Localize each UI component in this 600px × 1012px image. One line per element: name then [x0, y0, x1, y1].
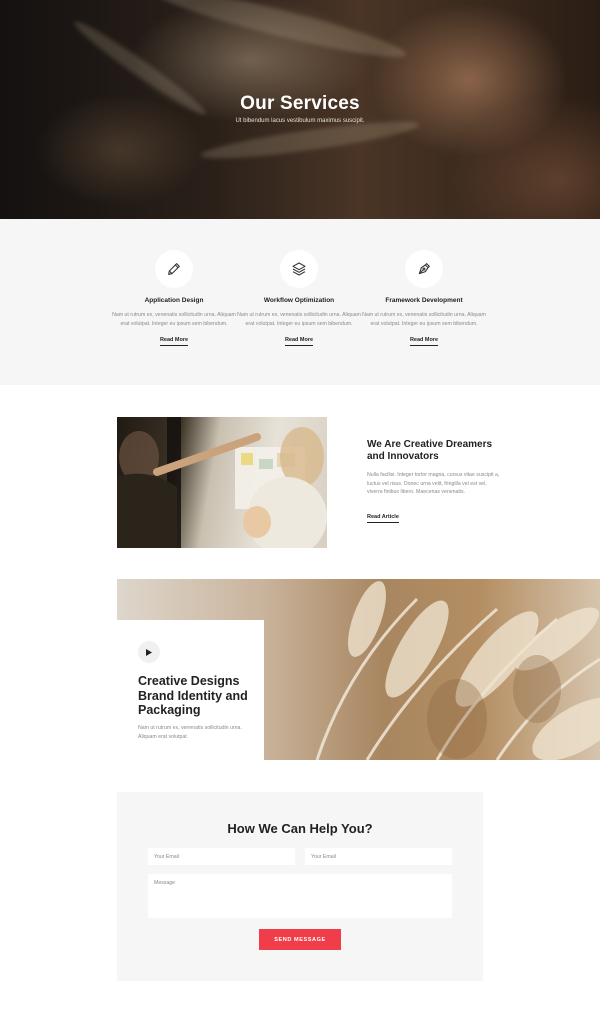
feature-image: [117, 417, 327, 548]
service-title: Application Design: [144, 297, 204, 304]
service-card-workflow-optimization: Workflow Optimization Nam ut rutrum ex, …: [234, 250, 364, 346]
hero-section: Our Services Ut bibendum lacus vestibulu…: [0, 0, 600, 219]
hero-subtitle: Ut bibendum lacus vestibulum maximus sus…: [235, 118, 365, 124]
pen-nib-icon: [405, 250, 443, 288]
read-more-link[interactable]: Read More: [409, 337, 439, 346]
message-field[interactable]: Message: [148, 874, 452, 918]
play-icon: [146, 648, 152, 656]
creative-description: Nam ut rutrum ex, venenatis sollicitudin…: [138, 725, 242, 740]
services-section: Application Design Nam ut rutrum ex, ven…: [0, 219, 600, 385]
feature-title: We Are Creative Dreamers and Innovators: [367, 439, 493, 462]
service-card-framework-development: Framework Development Nam ut rutrum ex, …: [359, 250, 489, 346]
contact-title: How We Can Help You?: [227, 821, 373, 836]
play-button[interactable]: [138, 641, 160, 663]
read-article-link[interactable]: Read Article: [367, 514, 399, 523]
service-title: Framework Development: [385, 297, 463, 304]
hero-hair-streak: [150, 0, 410, 68]
service-card-application-design: Application Design Nam ut rutrum ex, ven…: [109, 250, 239, 346]
page-title: Our Services: [240, 93, 360, 114]
pencil-icon: [155, 250, 193, 288]
layers-icon: [280, 250, 318, 288]
service-description: Nam ut rutrum ex, venenatis sollicitudin…: [112, 312, 236, 327]
service-description: Nam ut rutrum ex, venenatis sollicitudin…: [237, 312, 361, 327]
send-message-button[interactable]: SEND MESSAGE: [259, 929, 341, 950]
email-field-2[interactable]: Your Email: [305, 848, 452, 865]
read-more-link[interactable]: Read More: [284, 337, 314, 346]
service-title: Workflow Optimization: [263, 297, 335, 304]
creative-title: Creative Designs Brand Identity and Pack…: [138, 674, 248, 717]
creative-card: Creative Designs Brand Identity and Pack…: [117, 620, 264, 761]
email-field[interactable]: Your Email: [148, 848, 295, 865]
service-description: Nam ut rutrum ex, venenatis sollicitudin…: [362, 312, 486, 327]
contact-section: How We Can Help You? Your Email Your Ema…: [117, 792, 483, 981]
read-more-link[interactable]: Read More: [159, 337, 189, 346]
feature-description: Nulla facilisi. Integer tortor magna, cu…: [367, 472, 500, 495]
